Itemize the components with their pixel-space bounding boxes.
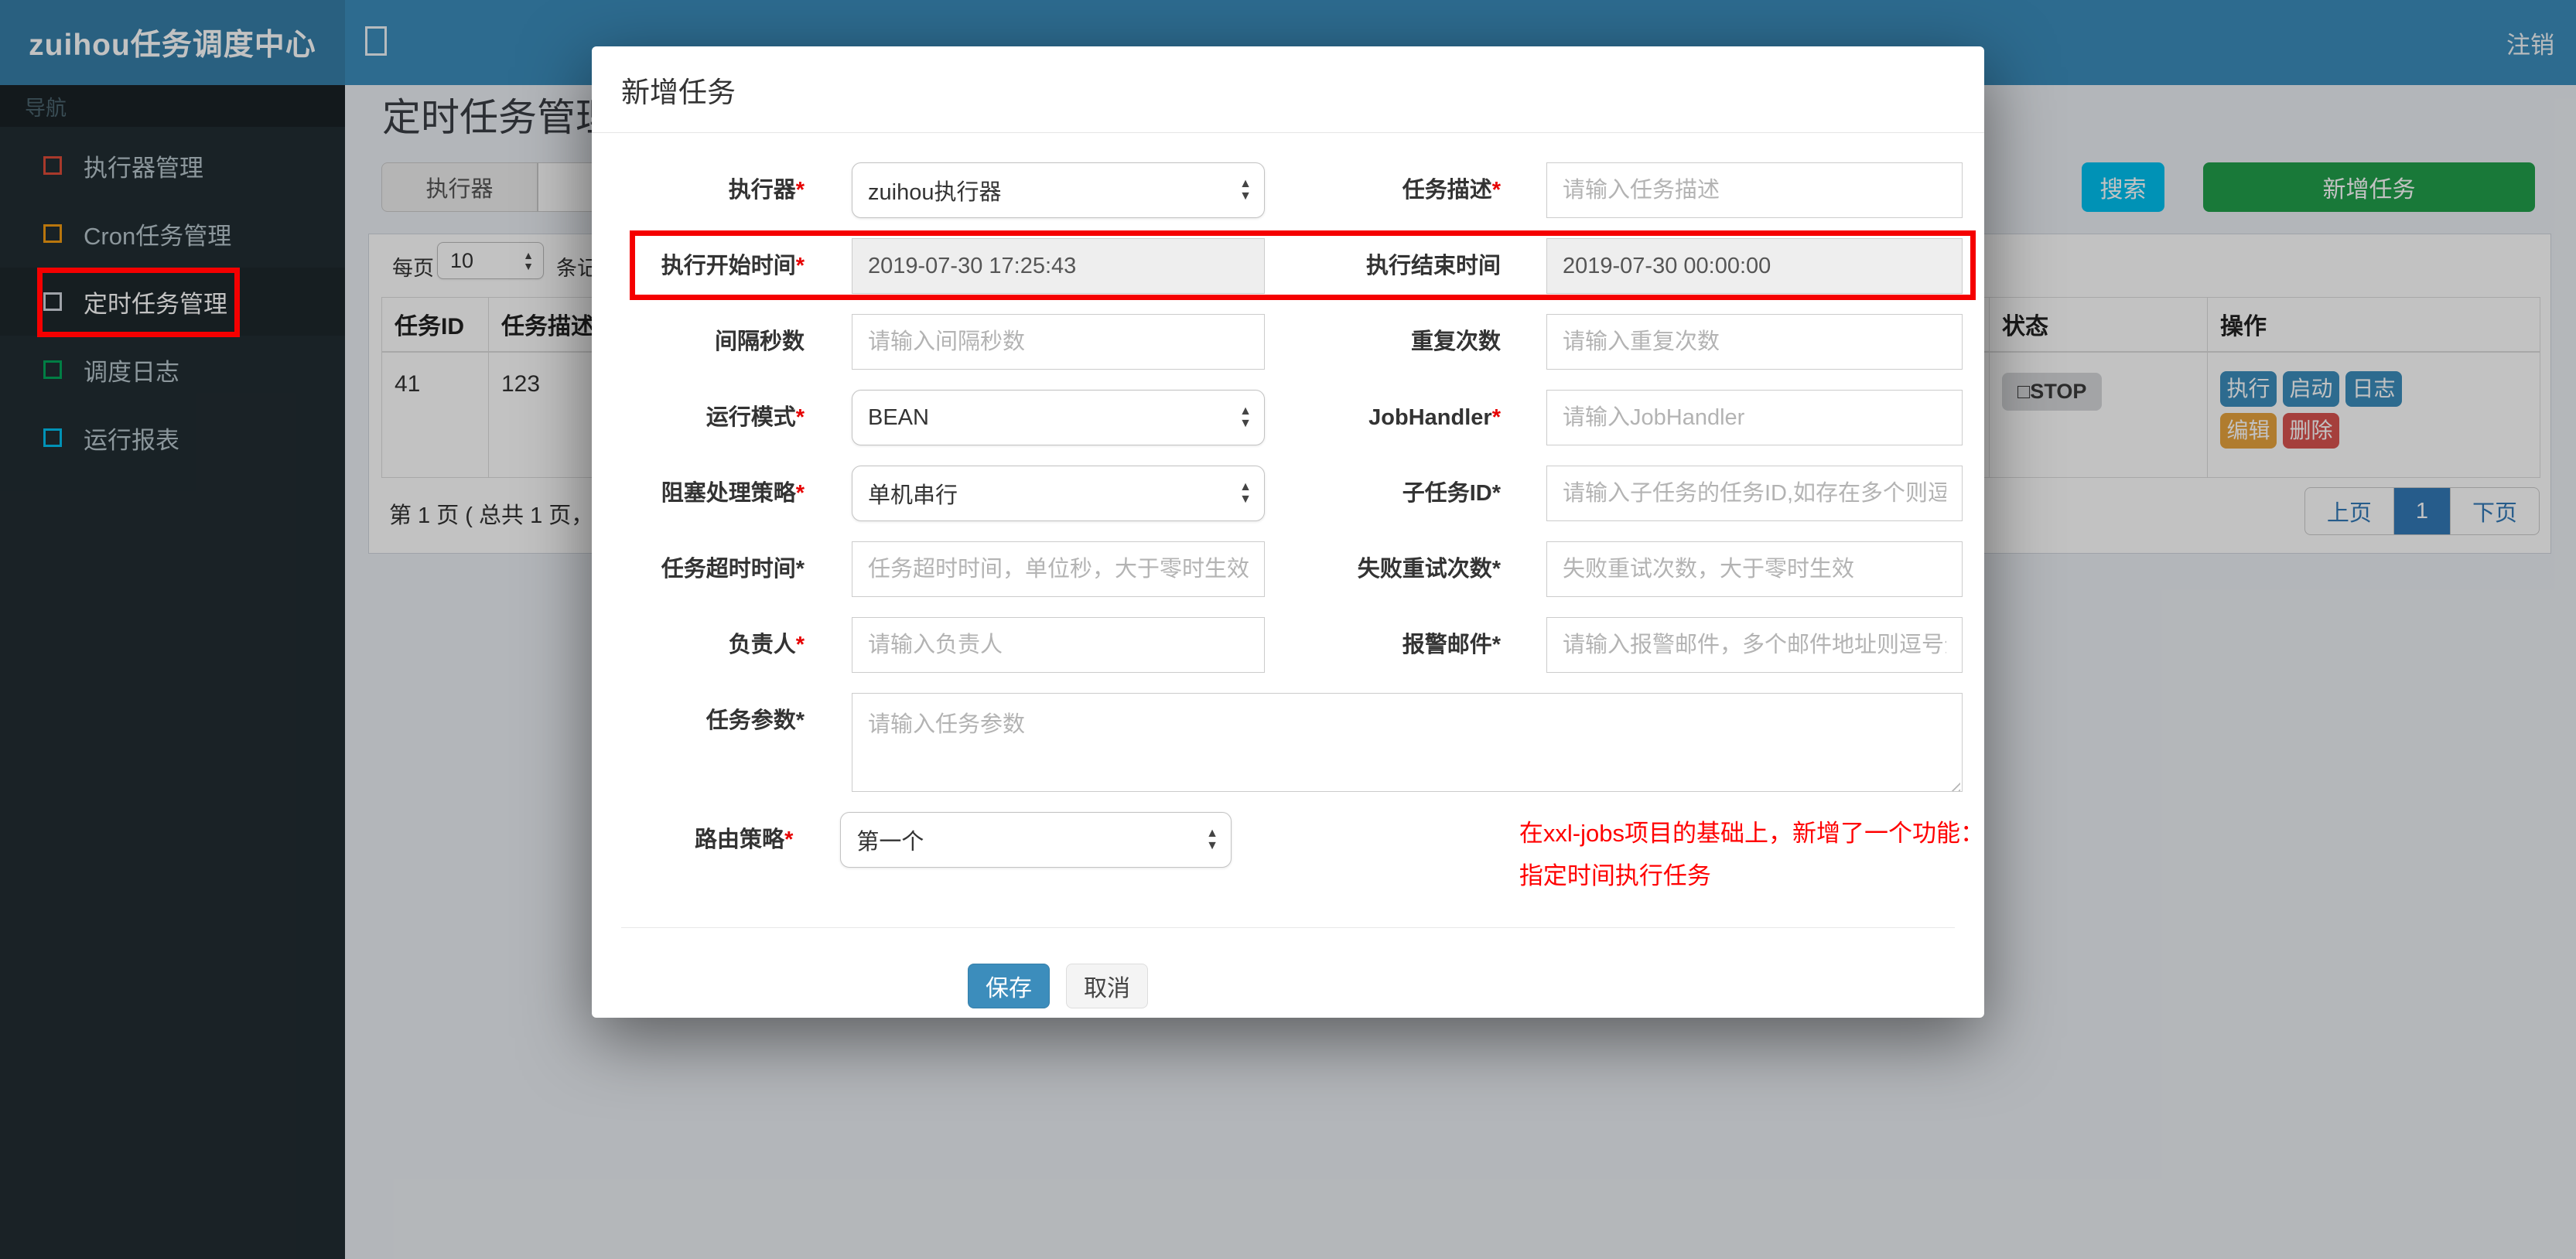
run-mode-select[interactable]: BEAN — [852, 390, 1265, 445]
cancel-button[interactable]: 取消 — [1066, 964, 1148, 1008]
form-row: 阻塞处理策略* 单机串行 子任务ID* — [592, 466, 1984, 521]
required-asterisk: * — [795, 405, 805, 430]
form-row: 执行器* zuihou执行器 任务描述* — [592, 162, 1984, 218]
form-row: 间隔秒数 重复次数 — [592, 314, 1984, 370]
modal-footer: 保存 取消 — [968, 964, 1984, 1008]
route-strategy-select[interactable]: 第一个 — [840, 812, 1232, 868]
required-asterisk: * — [1491, 557, 1501, 582]
interval-input[interactable] — [852, 314, 1265, 370]
repeat-count-input[interactable] — [1546, 314, 1963, 370]
modal-body: 执行器* zuihou执行器 任务描述* 执行开始时间* 执行结束时间 间隔秒数… — [592, 133, 1984, 1008]
form-row-highlighted: 执行开始时间* 执行结束时间 — [592, 238, 1984, 294]
modal-title: 新增任务 — [592, 46, 1984, 133]
app-window: zuihou任务调度中心 注销 导航 执行器管理 Cron任务管理 定时任务管理… — [0, 0, 2576, 1259]
child-task-id-label: 子任务ID* — [1402, 481, 1501, 506]
add-task-modal: 新增任务 执行器* zuihou执行器 任务描述* 执行开始时间* 执行结束时间… — [592, 46, 1984, 1018]
select-arrows-icon — [1206, 827, 1218, 852]
jobhandler-label: JobHandler* — [1368, 405, 1501, 430]
alarm-email-input[interactable] — [1546, 617, 1963, 673]
form-row: 运行模式* BEAN JobHandler* — [592, 390, 1984, 445]
route-strategy-label: 路由策略* — [695, 827, 794, 852]
end-time-input[interactable] — [1546, 238, 1963, 294]
task-params-textarea[interactable] — [852, 693, 1963, 792]
timeout-input[interactable] — [852, 541, 1265, 597]
interval-label: 间隔秒数 — [714, 329, 805, 354]
task-desc-label: 任务描述* — [1402, 178, 1501, 203]
executor-label: 执行器* — [728, 178, 805, 203]
save-button[interactable]: 保存 — [968, 964, 1050, 1008]
select-arrows-icon — [1239, 481, 1252, 506]
block-strategy-label: 阻塞处理策略* — [661, 481, 805, 506]
owner-label: 负责人* — [728, 633, 805, 657]
feature-note-line1: 在xxl-jobs项目的基础上，新增了一个功能： — [1519, 820, 1984, 847]
run-mode-label: 运行模式* — [705, 405, 805, 430]
owner-input[interactable] — [852, 617, 1265, 673]
child-task-id-input[interactable] — [1546, 466, 1963, 521]
form-row: 任务参数* — [592, 693, 1984, 792]
required-asterisk: * — [795, 178, 805, 203]
end-time-label: 执行结束时间 — [1365, 254, 1501, 278]
select-arrows-icon — [1239, 405, 1252, 430]
required-asterisk: * — [795, 557, 805, 582]
task-desc-input[interactable] — [1546, 162, 1963, 218]
feature-note: 在xxl-jobs项目的基础上，新增了一个功能： 指定时间执行任务 — [1519, 812, 1984, 897]
alarm-email-label: 报警邮件* — [1402, 633, 1501, 657]
timeout-label: 任务超时时间* — [661, 557, 805, 582]
jobhandler-input[interactable] — [1546, 390, 1963, 445]
required-asterisk: * — [795, 254, 805, 278]
select-arrows-icon — [1239, 178, 1252, 203]
form-row: 负责人* 报警邮件* — [592, 617, 1984, 673]
form-row: 路由策略* 第一个 在xxl-jobs项目的基础上，新增了一个功能： 指定时间执… — [592, 812, 1984, 897]
task-params-label: 任务参数* — [705, 708, 805, 733]
feature-note-line2: 指定时间执行任务 — [1519, 862, 1711, 889]
required-asterisk: * — [1491, 178, 1501, 203]
start-time-input[interactable] — [852, 238, 1265, 294]
required-asterisk: * — [784, 827, 794, 852]
executor-select[interactable]: zuihou执行器 — [852, 162, 1265, 218]
required-asterisk: * — [795, 708, 805, 733]
required-asterisk: * — [1491, 405, 1501, 430]
retry-count-input[interactable] — [1546, 541, 1963, 597]
retry-count-label: 失败重试次数* — [1357, 557, 1501, 582]
footer-divider — [621, 927, 1955, 928]
required-asterisk: * — [1491, 633, 1501, 657]
required-asterisk: * — [1491, 481, 1501, 506]
form-row: 任务超时时间* 失败重试次数* — [592, 541, 1984, 597]
start-time-label: 执行开始时间* — [661, 254, 805, 278]
required-asterisk: * — [795, 633, 805, 657]
repeat-count-label: 重复次数 — [1410, 329, 1501, 354]
required-asterisk: * — [795, 481, 805, 506]
block-strategy-select[interactable]: 单机串行 — [852, 466, 1265, 521]
